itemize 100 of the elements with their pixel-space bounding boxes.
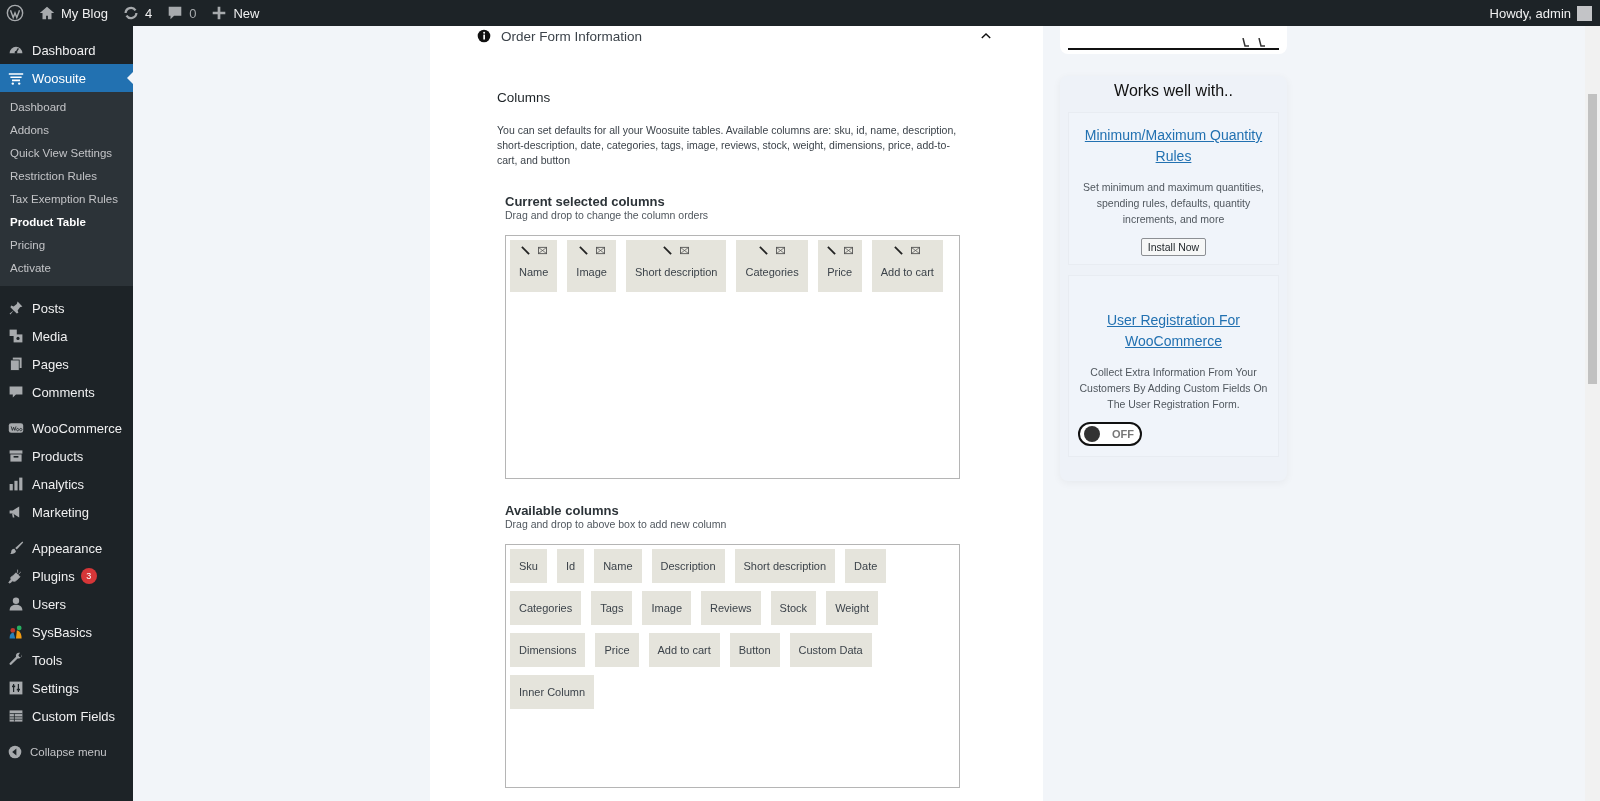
column-chip[interactable]: Add to cart [871, 240, 943, 292]
pencil-icon[interactable] [663, 246, 673, 255]
toggle-switch[interactable]: OFF [1078, 422, 1142, 446]
drop-zone[interactable]: Name Image Short description Categories Price Add to cart [505, 235, 960, 479]
column-chip[interactable]: Short description [734, 549, 836, 583]
submenu-item[interactable]: Quick View Settings [0, 142, 133, 165]
close-icon[interactable] [537, 246, 547, 255]
column-chip[interactable]: Reviews [701, 591, 761, 625]
plugin-link[interactable]: User Registration For WooCommerce [1077, 310, 1270, 352]
wrench-icon [8, 652, 24, 668]
sidebar-item[interactable]: Plugins 3 [0, 562, 133, 590]
sidebar-item[interactable]: Pages [0, 350, 133, 378]
site-name-link[interactable]: My Blog [61, 5, 108, 21]
sidebar-item[interactable]: Products [0, 442, 133, 470]
column-chip[interactable]: Stock [770, 591, 817, 625]
updates-count[interactable]: 4 [144, 5, 153, 21]
column-chip[interactable]: Description [651, 549, 725, 583]
block-hint: Drag and drop to change the column orders [505, 209, 710, 221]
submenu-item[interactable]: Restriction Rules [0, 165, 133, 188]
column-chip[interactable]: Short description [625, 240, 727, 292]
section-title: Columns [497, 90, 552, 105]
promo-title: Works well with.. [1113, 82, 1234, 100]
column-chip[interactable]: Name [510, 240, 558, 292]
submenu-item[interactable]: Addons [0, 119, 133, 142]
sidebar-item[interactable]: Appearance [0, 534, 133, 562]
box-icon [8, 448, 24, 464]
pencil-icon[interactable] [759, 246, 769, 255]
block-title: Available columns [505, 503, 620, 518]
sidebar-item[interactable]: Dashboard [0, 36, 133, 64]
column-chip[interactable]: Add to cart [648, 633, 720, 667]
column-label: Add to cart [880, 266, 934, 278]
home-icon [38, 4, 56, 22]
pencil-icon[interactable] [894, 246, 904, 255]
column-chip[interactable]: Sku [510, 549, 547, 583]
install-button[interactable]: Install Now [1140, 238, 1207, 256]
column-chip[interactable]: Categories [736, 240, 808, 292]
column-chip[interactable]: Price [817, 240, 862, 292]
sidebar-item[interactable]: Marketing [0, 498, 133, 526]
brush-icon [8, 540, 24, 556]
wordpress-logo-icon[interactable] [6, 4, 24, 22]
woo-icon [8, 420, 24, 436]
column-chip[interactable]: Image [567, 240, 616, 292]
sidebar-item[interactable]: Tools [0, 646, 133, 674]
column-chip[interactable]: Tags [591, 591, 633, 625]
sidebar-item[interactable]: Media [0, 322, 133, 350]
sidebar-item[interactable]: Woosuite [0, 64, 133, 92]
submenu-item[interactable]: Pricing [0, 234, 133, 257]
column-label: Image [576, 266, 607, 278]
pencil-icon[interactable] [826, 246, 836, 255]
column-chip[interactable]: Weight [826, 591, 879, 625]
close-icon[interactable] [911, 246, 921, 255]
submenu-item[interactable]: Product Table [0, 211, 133, 234]
bar-chart-icon [8, 476, 24, 492]
avatar-icon[interactable] [1577, 5, 1592, 21]
sidebar-item[interactable]: Comments [0, 378, 133, 406]
column-chip[interactable]: Date [845, 549, 887, 583]
scrollbar[interactable] [1585, 26, 1600, 801]
submenu-item[interactable]: Tax Exemption Rules [0, 188, 133, 211]
collapse-menu-button[interactable]: Collapse menu [0, 738, 133, 766]
info-icon [477, 29, 491, 43]
sidebar-item[interactable]: Posts [0, 294, 133, 322]
column-chip[interactable]: Image [642, 591, 692, 625]
media-icon [8, 328, 24, 344]
pencil-icon[interactable] [520, 246, 530, 255]
block-hint: Drag and drop to above box to add new column [505, 518, 728, 530]
sidebar-item[interactable]: Users [0, 590, 133, 618]
column-chip[interactable]: Categories [510, 591, 582, 625]
column-chip[interactable]: Button [729, 633, 780, 667]
comments-count[interactable]: 0 [189, 5, 197, 21]
sidebar-item[interactable]: Settings [0, 674, 133, 702]
pencil-icon[interactable] [578, 246, 588, 255]
greeting-link[interactable]: Howdy, admin [1489, 5, 1571, 21]
plugin-description: Collect Extra Information From Your Customers By Adding Custom Fields On The User Registration Form. [1078, 365, 1269, 412]
sidebar-item[interactable]: Custom Fields [0, 702, 133, 730]
plug-icon [8, 568, 24, 584]
column-label: Categories [745, 266, 799, 278]
sidebar-item[interactable]: WooCommerce [0, 414, 133, 442]
collapse-icon [8, 745, 22, 759]
column-chip[interactable]: Id [556, 549, 585, 583]
sidebar-item[interactable]: SysBasics [0, 618, 133, 646]
user-icon [8, 596, 24, 612]
close-icon[interactable] [595, 246, 605, 255]
column-chip[interactable]: Price [595, 633, 639, 667]
column-chip[interactable]: Dimensions [510, 633, 586, 667]
close-icon[interactable] [680, 246, 690, 255]
plugin-link[interactable]: Minimum/Maximum Quantity Rules [1077, 125, 1270, 167]
column-label: Short description [634, 266, 718, 278]
panel-title: Order Form Information [501, 28, 644, 44]
sidebar-item[interactable]: Analytics [0, 470, 133, 498]
column-label: Price [827, 266, 853, 278]
close-icon[interactable] [843, 246, 853, 255]
new-link[interactable]: New [233, 5, 260, 21]
people-icon [8, 624, 24, 640]
column-chip[interactable]: Custom Data [789, 633, 872, 667]
column-chip[interactable]: Name [594, 549, 642, 583]
submenu-item[interactable]: Activate [0, 257, 133, 280]
submenu-item[interactable]: Dashboard [0, 96, 133, 119]
close-icon[interactable] [776, 246, 786, 255]
column-chip[interactable]: Inner Column [510, 675, 595, 709]
count-badge: 3 [80, 568, 97, 584]
